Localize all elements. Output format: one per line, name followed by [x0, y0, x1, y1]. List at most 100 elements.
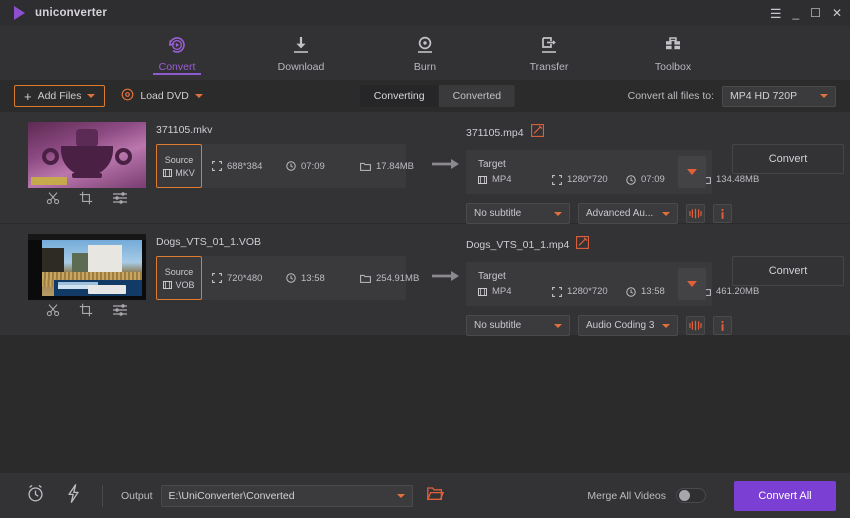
nav-tab-convert[interactable]: Convert — [138, 34, 216, 75]
toolbox-icon — [662, 34, 684, 56]
nav-tab-burn[interactable]: Burn — [386, 34, 464, 73]
target-panel: Target MP4 1280*720 07:09 134.48MB — [466, 150, 759, 194]
nav-tab-download[interactable]: Download — [262, 34, 340, 73]
chevron-down-icon[interactable] — [194, 94, 203, 98]
source-duration: 13:58 — [286, 273, 360, 284]
edit-pencil-icon[interactable] — [530, 124, 544, 142]
output-label: Output — [121, 489, 153, 502]
convert-button[interactable]: Convert — [732, 256, 844, 286]
source-file-name: 371105.mkv — [156, 124, 213, 136]
merge-all-videos-label: Merge All Videos — [587, 489, 666, 502]
target-settings-dropdown[interactable] — [678, 268, 706, 300]
output-format-select[interactable]: MP4 HD 720P — [722, 85, 836, 107]
hamburger-menu-icon[interactable]: ☰ — [770, 7, 782, 20]
video-thumbnail[interactable] — [28, 122, 146, 188]
waveform-icon — [689, 320, 702, 331]
source-size: 254.91MB — [360, 273, 444, 284]
chevron-down-icon — [662, 211, 670, 216]
source-badge[interactable]: Source MKV — [156, 144, 202, 188]
output-path-value: E:\UniConverter\Converted — [168, 489, 295, 502]
info-icon — [721, 208, 724, 219]
chevron-down-icon[interactable] — [87, 94, 96, 98]
target-size: 134.48MB — [700, 174, 784, 185]
clock-icon — [286, 161, 296, 171]
target-meta: MP4 1280*720 13:58 461.20MB — [478, 286, 784, 297]
alarm-clock-icon[interactable] — [26, 484, 45, 508]
chevron-down-icon — [820, 94, 828, 98]
add-files-label: Add Files — [37, 90, 82, 102]
nav-tab-transfer[interactable]: Transfer — [510, 34, 588, 73]
resolution-icon — [212, 273, 222, 283]
target-column: Dogs_VTS_01_1.mp4 Target MP4 1280*720 13… — [466, 234, 759, 336]
target-resolution: 1280*720 — [552, 286, 626, 297]
close-icon[interactable]: ✕ — [832, 7, 842, 19]
target-file-name-row: 371105.mp4 — [466, 124, 732, 142]
video-thumbnail[interactable] — [28, 234, 146, 300]
disc-icon — [121, 88, 134, 104]
audio-select[interactable]: Audio Coding 3 — [578, 315, 678, 336]
trim-scissors-icon[interactable] — [46, 303, 60, 322]
convert-button[interactable]: Convert — [732, 144, 844, 174]
audio-value: Advanced Au... — [586, 208, 654, 219]
source-panel: Source VOB 720*480 13:58 254.91MB — [156, 256, 419, 300]
output-path-select[interactable]: E:\UniConverter\Converted — [160, 484, 413, 507]
audio-select[interactable]: Advanced Au... — [578, 203, 678, 224]
tab-converting[interactable]: Converting — [359, 85, 439, 107]
disc-burn-icon — [414, 34, 436, 56]
nav-tab-toolbox[interactable]: Toolbox — [634, 34, 712, 73]
source-format: MKV — [163, 168, 195, 178]
source-badge-label: Source — [164, 266, 194, 277]
target-size: 461.20MB — [700, 286, 784, 297]
source-duration: 07:09 — [286, 161, 360, 172]
source-format-text: VOB — [175, 279, 195, 290]
add-files-button[interactable]: + Add Files — [14, 85, 106, 107]
load-dvd-button[interactable]: Load DVD — [121, 88, 203, 104]
waveform-icon — [689, 208, 702, 219]
media-info-button[interactable] — [713, 204, 732, 223]
subtitle-select[interactable]: No subtitle — [466, 315, 570, 336]
info-icon — [721, 320, 724, 331]
bottom-divider — [102, 484, 103, 507]
edit-pencil-icon[interactable] — [576, 236, 590, 254]
open-folder-icon[interactable] — [426, 486, 444, 506]
audio-waveform-button[interactable] — [686, 204, 705, 223]
target-settings-dropdown[interactable] — [678, 156, 706, 188]
source-resolution: 688*384 — [212, 161, 286, 172]
audio-waveform-button[interactable] — [686, 316, 705, 335]
crop-icon[interactable] — [79, 303, 93, 322]
source-format-text: MKV — [175, 167, 195, 178]
film-icon — [478, 287, 487, 296]
status-tab-group: Converting Converted — [359, 85, 516, 107]
crop-icon[interactable] — [79, 191, 93, 210]
thumbnail-tools — [28, 188, 146, 212]
resolution-icon — [552, 286, 562, 297]
thumbnail-block — [28, 234, 146, 324]
download-arrow-icon — [290, 34, 312, 56]
source-badge[interactable]: Source VOB — [156, 256, 202, 300]
target-options: No subtitle Advanced Au... — [466, 203, 732, 224]
trim-scissors-icon[interactable] — [46, 191, 60, 210]
resolution-icon — [552, 174, 562, 185]
source-panel: Source MKV 688*384 07:09 17.84MB — [156, 144, 414, 188]
chevron-down-icon — [554, 323, 562, 328]
maximize-icon[interactable]: ☐ — [810, 7, 821, 19]
minimize-icon[interactable]: _ — [792, 7, 799, 19]
subtitle-select[interactable]: No subtitle — [466, 203, 570, 224]
effects-sliders-icon[interactable] — [112, 303, 128, 322]
chevron-down-icon — [396, 493, 405, 498]
target-options: No subtitle Audio Coding 3 — [466, 315, 732, 336]
nav-label: Burn — [413, 60, 437, 73]
convert-all-button[interactable]: Convert All — [734, 480, 836, 511]
output-format-value: MP4 HD 720P — [730, 90, 798, 102]
nav-label: Download — [277, 60, 325, 73]
lightning-bolt-icon[interactable] — [67, 483, 80, 508]
tab-converted[interactable]: Converted — [438, 85, 516, 107]
media-info-button[interactable] — [713, 316, 732, 335]
nav-label: Convert — [158, 60, 196, 73]
resolution-icon — [212, 161, 222, 171]
effects-sliders-icon[interactable] — [112, 191, 128, 210]
uniconverter-window: uniconverter ☰ _ ☐ ✕ Convert Download Bu… — [0, 0, 850, 518]
subtitle-value: No subtitle — [474, 320, 522, 331]
chevron-down-icon — [554, 211, 562, 216]
merge-all-videos-toggle[interactable] — [676, 488, 706, 503]
